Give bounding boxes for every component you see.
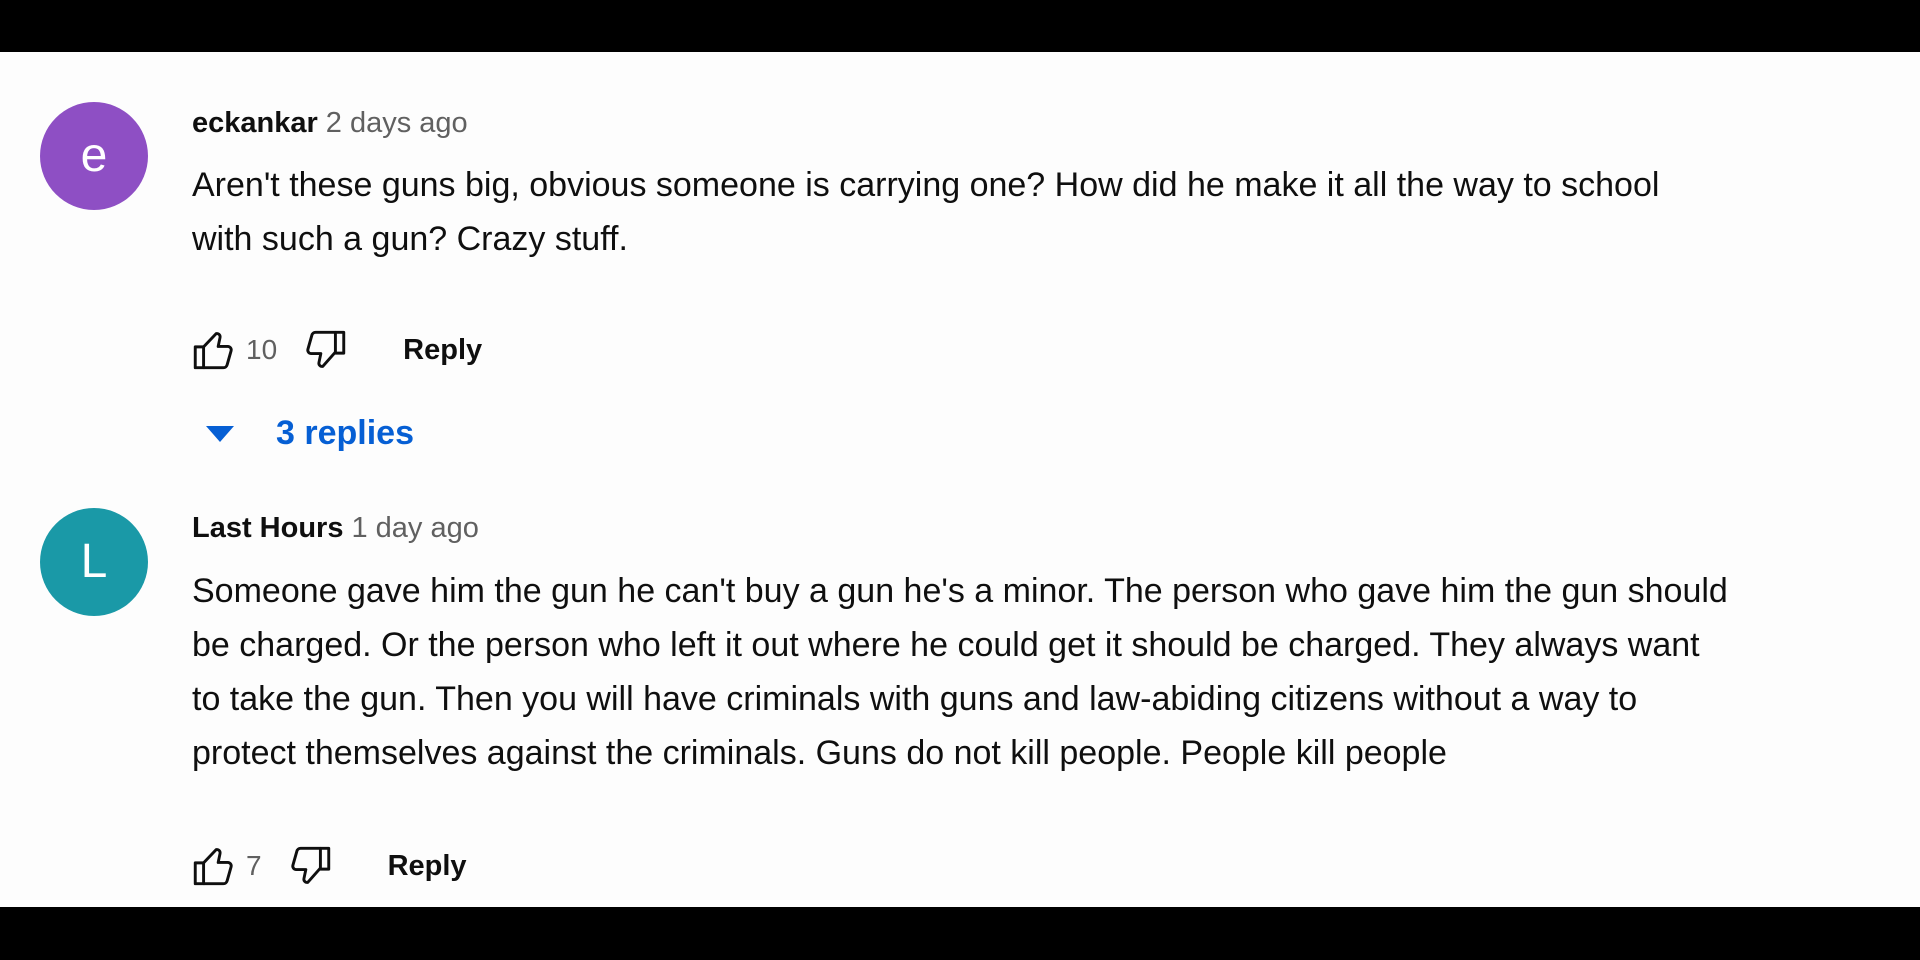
comment-header: eckankar 2 days ago bbox=[192, 107, 468, 140]
comment-actions: 7 Reply bbox=[186, 838, 467, 894]
comment-actions: 10 Reply bbox=[186, 322, 482, 378]
thumbs-down-icon[interactable] bbox=[297, 322, 353, 378]
reply-button[interactable]: Reply bbox=[403, 334, 482, 367]
comment-timestamp[interactable]: 1 day ago bbox=[351, 512, 478, 544]
comment-text-line: Aren't these guns big, obvious someone i… bbox=[192, 166, 1660, 204]
thumbs-up-icon[interactable] bbox=[186, 838, 242, 894]
comment-text-line: Someone gave him the gun he can't buy a … bbox=[192, 572, 1728, 610]
author-name[interactable]: eckankar bbox=[192, 107, 318, 139]
comment-header: Last Hours 1 day ago bbox=[192, 512, 479, 545]
comment-text: Someone gave him the gun he can't buy a … bbox=[192, 564, 1892, 780]
avatar[interactable]: e bbox=[40, 102, 148, 210]
comment-text: Aren't these guns big, obvious someone i… bbox=[192, 158, 1892, 266]
thumbs-up-icon[interactable] bbox=[186, 322, 242, 378]
comment-text-line: with such a gun? Crazy stuff. bbox=[192, 220, 628, 258]
comment-text-line: protect themselves against the criminals… bbox=[192, 734, 1447, 772]
view-replies-button[interactable]: 3 replies bbox=[206, 414, 414, 453]
thumbs-down-icon[interactable] bbox=[282, 838, 338, 894]
comment-text-line: be charged. Or the person who left it ou… bbox=[192, 626, 1700, 664]
like-count: 10 bbox=[246, 334, 278, 365]
replies-label: 3 replies bbox=[276, 414, 414, 452]
comment-timestamp[interactable]: 2 days ago bbox=[326, 107, 468, 139]
caret-down-icon bbox=[206, 425, 234, 442]
comments-section: e eckankar 2 days ago Aren't these guns b… bbox=[0, 52, 1920, 907]
like-count: 7 bbox=[246, 850, 262, 881]
reply-button[interactable]: Reply bbox=[388, 850, 467, 883]
letterbox-bottom bbox=[0, 907, 1920, 960]
avatar[interactable]: L bbox=[40, 508, 148, 616]
letterbox-top bbox=[0, 0, 1920, 52]
comment-text-line: to take the gun. Then you will have crim… bbox=[192, 680, 1638, 718]
author-name[interactable]: Last Hours bbox=[192, 512, 343, 544]
